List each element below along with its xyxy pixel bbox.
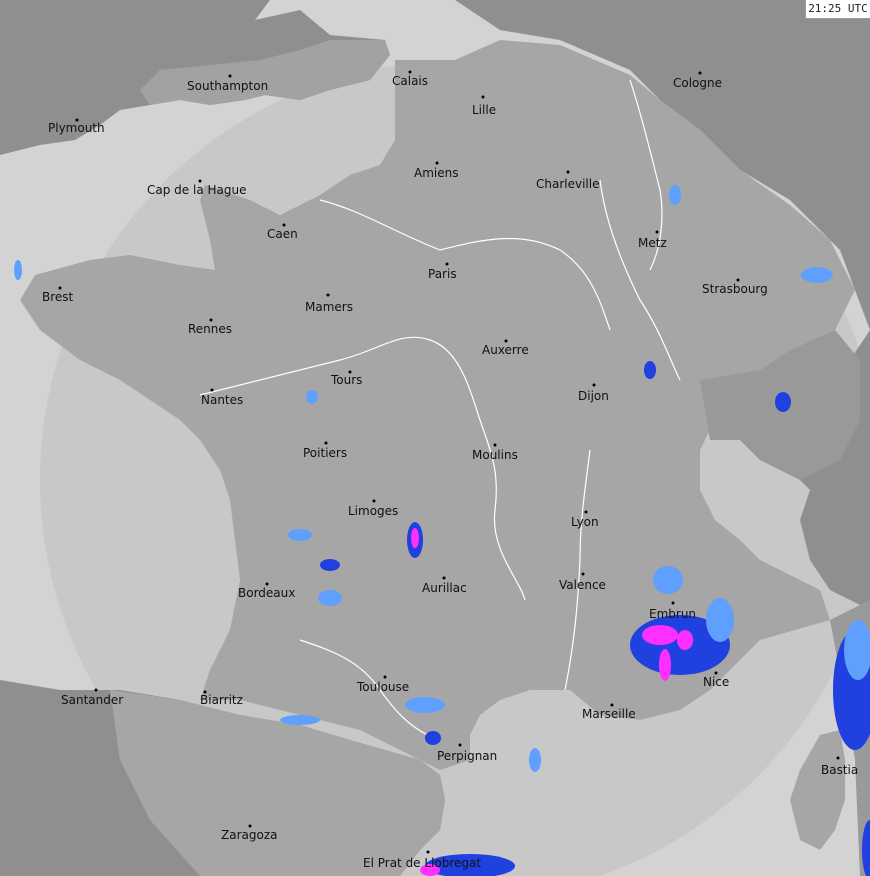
city-label-charleville: Charleville [536,177,599,191]
city-label-mamers: Mamers [305,300,353,314]
city-label-limoges: Limoges [348,504,398,518]
city-label-zaragoza: Zaragoza [221,828,277,842]
city-label-caen: Caen [267,227,298,241]
city-label-perpignan: Perpignan [437,749,497,763]
city-label-nantes: Nantes [201,393,243,407]
city-label-strasbourg: Strasbourg [702,282,768,296]
city-label-rennes: Rennes [188,322,232,336]
city-label-bastia: Bastia [821,763,858,777]
city-label-bordeaux: Bordeaux [238,586,295,600]
city-label-poitiers: Poitiers [303,446,347,460]
city-label-biarritz: Biarritz [200,693,243,707]
city-label-auxerre: Auxerre [482,343,529,357]
city-label-dijon: Dijon [578,389,609,403]
city-label-plymouth: Plymouth [48,121,105,135]
city-label-toulouse: Toulouse [356,680,409,694]
city-label-moulins: Moulins [472,448,518,462]
city-label-amiens: Amiens [414,166,458,180]
city-label-embrun: Embrun [649,607,696,621]
city-label-brest: Brest [42,290,74,304]
city-label-tours: Tours [330,373,362,387]
city-label-valence: Valence [559,578,606,592]
city-label-lyon: Lyon [571,515,599,529]
city-label-cologne: Cologne [673,76,722,90]
city-label-cap-de-la-hague: Cap de la Hague [147,183,246,197]
city-label-santander: Santander [61,693,123,707]
city-label-lille: Lille [472,103,496,117]
city-label-nice: Nice [703,675,729,689]
city-label-calais: Calais [392,74,428,88]
city-label-metz: Metz [638,236,667,250]
city-label-southampton: Southampton [187,79,268,93]
timestamp-label: 21:25 UTC [805,0,870,19]
city-label-marseille: Marseille [582,707,636,721]
radar-map[interactable]: Southampton Calais Cologne Lille Plymout… [0,0,870,876]
city-label-aurillac: Aurillac [422,581,467,595]
city-label-paris: Paris [428,267,457,281]
city-label-el-prat-de-llobregat: El Prat de Llobregat [363,856,481,870]
